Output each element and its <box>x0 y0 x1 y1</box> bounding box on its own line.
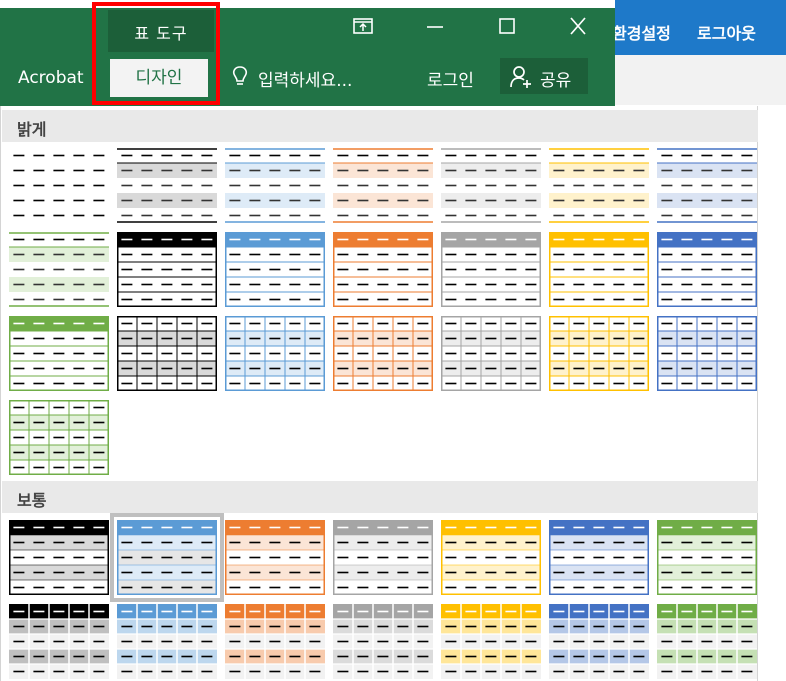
table-style-thumbnail[interactable] <box>333 232 433 307</box>
table-style-thumbnail[interactable] <box>9 520 109 595</box>
table-style-preview <box>657 148 757 223</box>
table-style-preview <box>441 232 541 307</box>
ribbon-display-options-button[interactable] <box>351 16 375 40</box>
table-style-preview <box>657 604 757 679</box>
share-person-icon <box>508 64 534 95</box>
table-style-thumbnail[interactable] <box>117 148 217 223</box>
table-style-thumbnail[interactable] <box>333 604 433 679</box>
table-style-preview <box>441 520 541 595</box>
table-style-preview <box>657 520 757 595</box>
section-label-medium: 보통 <box>17 491 47 510</box>
table-style-thumbnail[interactable] <box>9 148 109 223</box>
excel-window: 환경설정 로그아웃 표 도구 Acrobat 디자인 입력하세요... 로그인 … <box>0 0 786 681</box>
table-style-thumbnail[interactable] <box>9 400 109 475</box>
table-style-preview <box>225 604 325 679</box>
table-style-thumbnail[interactable] <box>441 148 541 223</box>
table-style-preview <box>9 520 109 595</box>
table-style-thumbnail[interactable] <box>117 604 217 679</box>
share-label: 공유 <box>540 71 572 91</box>
table-style-thumbnail[interactable] <box>117 316 217 391</box>
table-style-thumbnail[interactable] <box>549 148 649 223</box>
table-style-preview <box>333 316 433 391</box>
table-style-thumbnail[interactable] <box>9 232 109 307</box>
logout-link[interactable]: 로그아웃 <box>697 20 756 44</box>
maximize-icon <box>499 18 515 34</box>
table-style-thumbnail[interactable] <box>441 520 541 595</box>
settings-link[interactable]: 환경설정 <box>612 20 671 44</box>
minimize-button[interactable] <box>423 16 447 40</box>
table-style-thumbnail[interactable] <box>441 316 541 391</box>
lightbulb-icon <box>230 64 250 93</box>
tell-me-input[interactable]: 입력하세요... <box>258 66 352 91</box>
table-style-thumbnail[interactable] <box>549 232 649 307</box>
table-style-preview <box>441 316 541 391</box>
table-style-thumbnail[interactable] <box>225 232 325 307</box>
table-style-preview <box>225 520 325 595</box>
table-style-preview <box>549 316 649 391</box>
table-style-thumbnail[interactable] <box>657 520 757 595</box>
table-style-preview <box>117 520 217 595</box>
annotation-highlight-box <box>92 2 220 105</box>
table-style-preview <box>549 604 649 679</box>
table-style-preview <box>13 154 105 217</box>
table-style-preview <box>225 148 325 223</box>
table-style-thumbnail[interactable] <box>9 604 109 679</box>
table-style-preview <box>333 148 433 223</box>
table-style-thumbnail[interactable] <box>225 316 325 391</box>
table-style-thumbnail[interactable] <box>225 148 325 223</box>
table-style-preview <box>549 148 649 223</box>
table-style-preview <box>225 232 325 307</box>
table-style-preview <box>9 316 109 391</box>
outer-toolbar-lower <box>615 55 786 105</box>
maximize-button[interactable] <box>495 16 519 40</box>
table-style-preview <box>549 232 649 307</box>
table-style-thumbnail[interactable] <box>225 604 325 679</box>
table-style-preview <box>333 604 433 679</box>
table-style-preview <box>333 520 433 595</box>
section-header-light: 밝게 <box>2 110 758 142</box>
table-style-preview <box>117 148 217 223</box>
table-style-thumbnail[interactable] <box>657 148 757 223</box>
table-style-thumbnail[interactable] <box>333 316 433 391</box>
section-header-medium: 보통 <box>2 481 758 513</box>
close-icon <box>570 17 586 35</box>
table-style-preview <box>225 316 325 391</box>
table-style-thumbnail[interactable] <box>333 520 433 595</box>
table-style-preview <box>441 148 541 223</box>
table-style-thumbnail[interactable] <box>441 232 541 307</box>
minimize-icon <box>427 26 443 28</box>
table-style-preview <box>9 232 109 307</box>
table-style-thumbnail[interactable] <box>9 316 109 391</box>
close-button[interactable] <box>566 16 590 40</box>
table-style-thumbnail[interactable] <box>333 148 433 223</box>
table-style-preview <box>441 604 541 679</box>
table-styles-gallery: 밝게 보통 <box>0 106 758 681</box>
tab-acrobat[interactable]: Acrobat <box>18 68 84 88</box>
table-style-thumbnail[interactable] <box>657 604 757 679</box>
table-style-preview <box>117 604 217 679</box>
table-style-preview <box>657 316 757 391</box>
table-style-preview <box>333 232 433 307</box>
table-style-thumbnail[interactable] <box>657 232 757 307</box>
table-style-preview <box>9 400 109 475</box>
table-style-preview <box>9 604 109 679</box>
table-style-preview <box>117 316 217 391</box>
table-style-thumbnail[interactable] <box>441 604 541 679</box>
table-style-thumbnail[interactable] <box>657 316 757 391</box>
table-style-thumbnail[interactable] <box>225 520 325 595</box>
login-button[interactable]: 로그인 <box>427 66 474 91</box>
table-style-preview <box>549 520 649 595</box>
table-style-thumbnail[interactable] <box>549 604 649 679</box>
section-label-light: 밝게 <box>17 120 47 139</box>
table-style-thumbnail[interactable] <box>110 513 224 602</box>
table-style-preview <box>117 232 217 307</box>
table-style-preview <box>657 232 757 307</box>
table-style-thumbnail[interactable] <box>549 520 649 595</box>
table-style-thumbnail[interactable] <box>117 232 217 307</box>
table-style-thumbnail[interactable] <box>549 316 649 391</box>
ribbon-display-icon <box>353 18 373 34</box>
